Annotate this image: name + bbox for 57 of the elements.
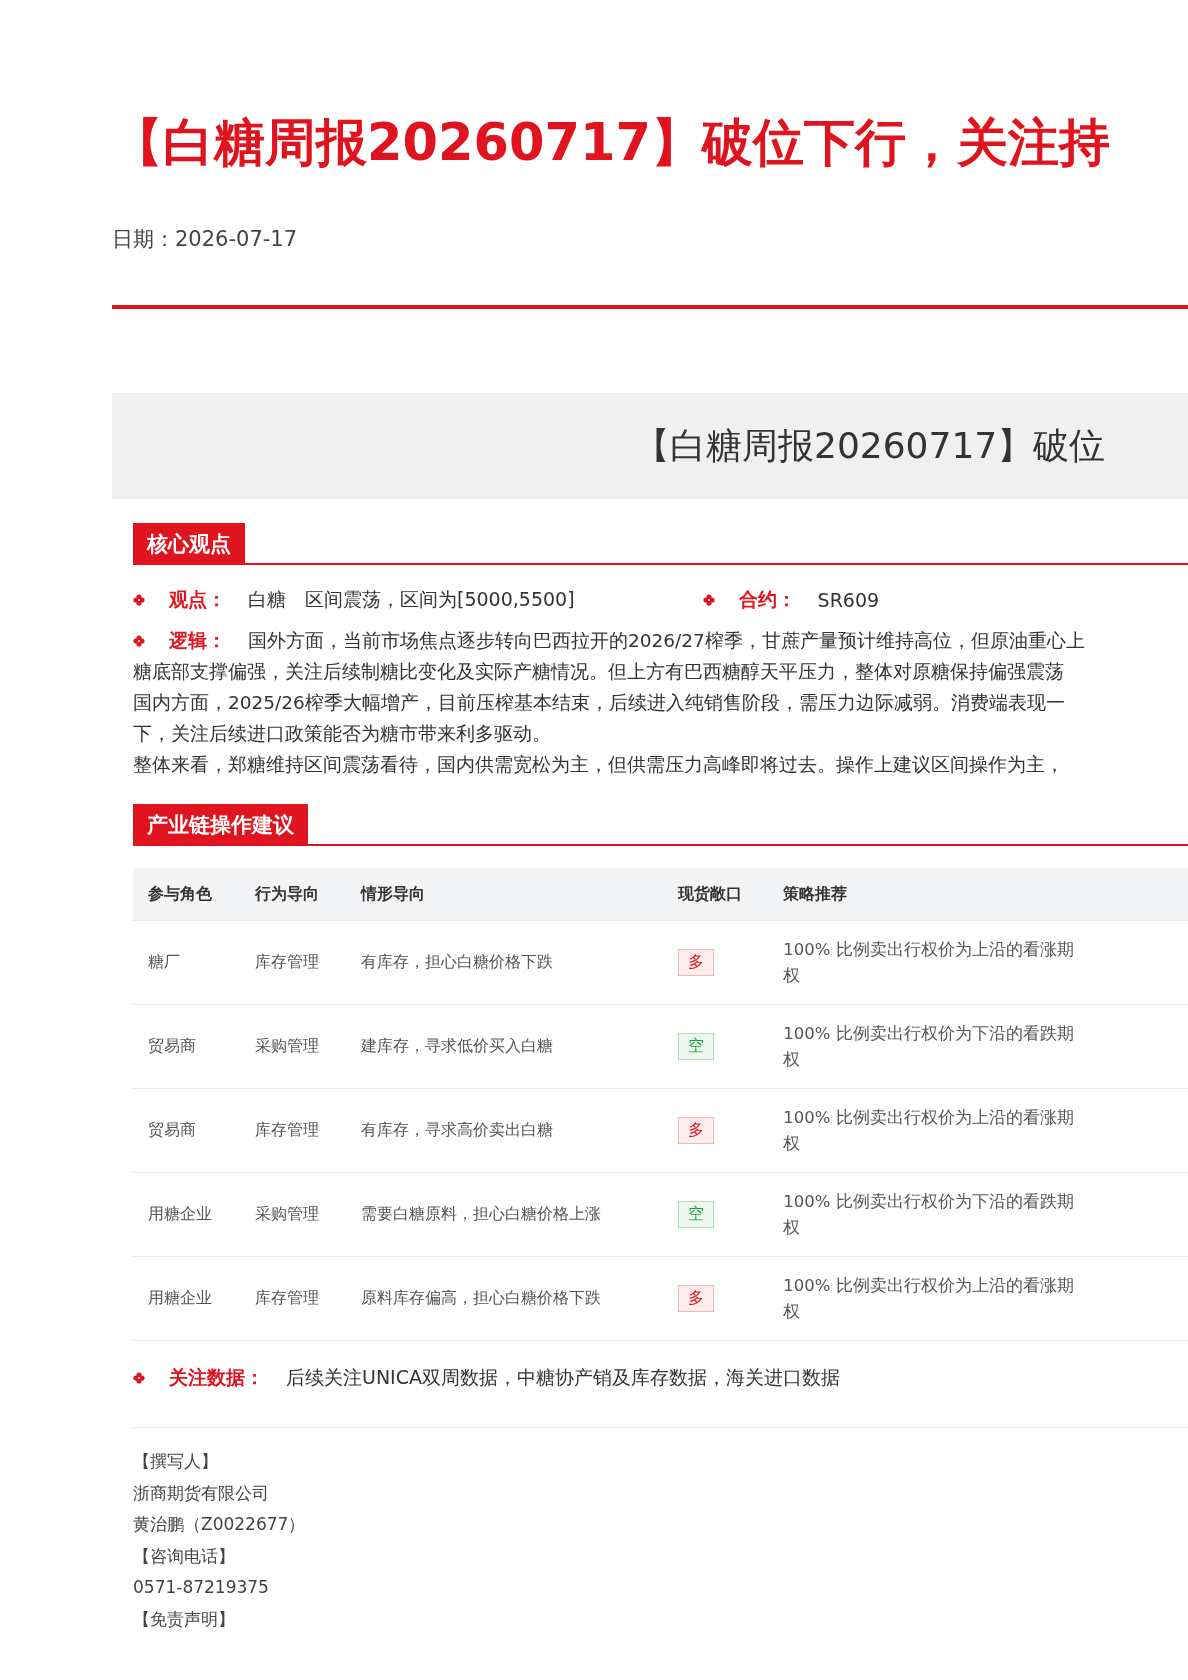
table-cell: 库存管理 [240,1256,346,1341]
field-value: SR609 [817,589,880,612]
bullet-icon [133,634,145,647]
exposure-tag: 空 [678,1201,715,1229]
section-heading: 核心观点 [133,523,245,564]
table-cell: 库存管理 [240,1088,346,1173]
exposure-tag: 多 [678,949,715,977]
paragraph-line: 糖底部支撑偏强，关注后续制糖比变化及实际产糖情况。但上方有巴西糖醇天平压力，整体对原糖保持偏强震荡 [133,660,1065,685]
report-date: 日期：2026-07-17 [112,226,299,254]
footer-line: 【免责声明】 [133,1607,236,1631]
table-cell: 库存管理 [240,920,346,1005]
paragraph-line: 国内方面，2025/26榨季大幅增产，目前压榨基本结束，后续进入纯销售阶段，需压力边际减弱。消费端表现一 [133,691,1066,716]
field-label: 合约： [738,587,796,613]
field-label: 关注数据： [169,1365,264,1391]
column-header: 情形导向 [345,868,664,921]
table-cell: 100% 比例卖出行权价为上沿的看涨期 权 [768,1088,1188,1173]
footer-line: 黄治鹏（Z0022677） [133,1513,307,1537]
footer-line: 0571-87219375 [133,1576,270,1600]
table-cell: 贸易商 [133,1004,241,1089]
column-header: 行为导向 [240,868,346,921]
section-heading: 产业链操作建议 [133,804,308,845]
exposure-tag: 多 [678,1117,715,1145]
table-cell: 100% 比例卖出行权价为上沿的看涨期 权 [768,1256,1188,1341]
table-cell: 采购管理 [240,1004,346,1089]
table-cell: 原料库存偏高，担心白糖价格下跌 [345,1256,664,1341]
field-value: 后续关注UNICA双周数据，中糖协产销及库存数据，海关进口数据 [286,1365,840,1391]
table-cell: 用糖企业 [133,1172,241,1257]
column-header: 现货敞口 [663,868,769,921]
bullet-icon [133,594,145,607]
table-cell: 100% 比例卖出行权价为上沿的看涨期 权 [768,920,1188,1005]
bullet-icon [702,594,715,607]
bullet-icon [133,1372,145,1385]
paragraph-line: 国外方面，当前市场焦点逐步转向巴西拉开的2026/27榨季，甘蔗产量预计维持高位，但原油重心上 [248,629,1085,654]
table-cell: 贸易商 [133,1088,241,1173]
table-cell: 用糖企业 [133,1256,241,1341]
footer-line: 浙商期货有限公司 [133,1481,270,1505]
paragraph-line: 整体来看，郑糖维持区间震荡看待，国内供需宽松为主，但供需压力高峰即将过去。操作上建议区间操作为主， [133,753,1065,778]
table-cell: 糖厂 [133,920,241,1005]
paragraph-line: 下，关注后续进口政策能否为糖市带来利多驱动。 [133,722,552,747]
field-label: 观点： [169,587,226,613]
column-header: 策略推荐 [768,868,1188,921]
table-cell: 有库存，寻求高价卖出白糖 [345,1088,664,1173]
report-title: 【白糖周报20260717】破位下行，关注持 [112,112,1111,174]
table-cell: 建库存，寻求低价买入白糖 [345,1004,664,1089]
column-header: 参与角色 [133,868,241,921]
banner-title: 【白糖周报20260717】破位 [634,423,1106,468]
table-cell: 有库存，担心白糖价格下跌 [345,920,664,1005]
table-cell: 采购管理 [240,1172,346,1257]
table-cell: 100% 比例卖出行权价为下沿的看跌期 权 [768,1004,1188,1089]
footer-line: 【咨询电话】 [133,1544,236,1568]
table-cell: 需要白糖原料，担心白糖价格上涨 [345,1172,664,1257]
field-value: 白糖 区间震荡，区间为[5000,5500] [248,587,575,613]
footer-line: 【撰写人】 [133,1450,219,1474]
field-label: 逻辑： [169,629,226,654]
table-cell: 100% 比例卖出行权价为下沿的看跌期 权 [768,1172,1188,1257]
exposure-tag: 空 [678,1033,715,1061]
exposure-tag: 多 [678,1285,715,1313]
